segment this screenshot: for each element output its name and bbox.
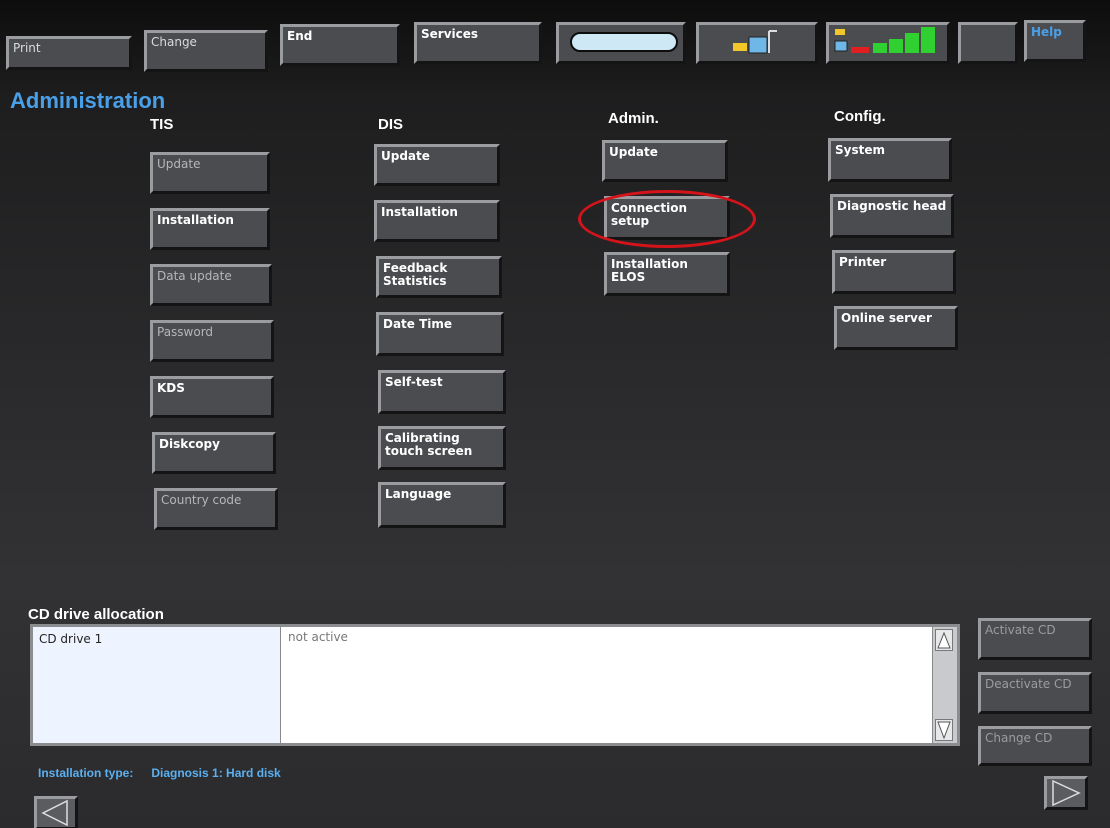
cd-allocation-title: CD drive allocation: [28, 606, 164, 623]
change-button[interactable]: Change: [144, 30, 268, 72]
country-code-button[interactable]: Country code: [154, 488, 278, 530]
online-server-button[interactable]: Online server: [834, 306, 958, 350]
printer-button[interactable]: Printer: [832, 250, 956, 294]
scrollbar[interactable]: [932, 627, 957, 743]
cd-allocation-table: CD drive 1 not active: [30, 624, 960, 746]
tis-password-button[interactable]: Password: [150, 320, 274, 362]
help-button[interactable]: Help: [1024, 20, 1086, 62]
self-test-button[interactable]: Self-test: [378, 370, 506, 414]
tis-installation-button[interactable]: Installation: [150, 208, 270, 250]
scroll-up-button[interactable]: [935, 629, 953, 651]
installation-type-status: Installation type: Diagnosis 1: Hard disk: [38, 766, 299, 780]
date-time-button[interactable]: Date Time: [376, 312, 504, 356]
language-button[interactable]: Language: [378, 482, 506, 528]
connection-icon: [733, 30, 777, 54]
installation-type-value: Diagnosis 1: Hard disk: [151, 766, 281, 780]
scroll-down-button[interactable]: [935, 719, 953, 741]
admin-update-button[interactable]: Update: [602, 140, 728, 182]
installation-elos-button[interactable]: Installation ELOS: [604, 252, 730, 296]
diskcopy-button[interactable]: Diskcopy: [152, 432, 276, 474]
signal-status-button[interactable]: [826, 22, 950, 64]
kds-button[interactable]: KDS: [150, 376, 274, 418]
deactivate-cd-button[interactable]: Deactivate CD: [978, 672, 1092, 714]
signal-strength-icon: [834, 27, 935, 53]
previous-page-button[interactable]: [34, 796, 78, 828]
arrow-right-icon: [1052, 779, 1081, 807]
config-heading: Config.: [834, 108, 886, 125]
calibrating-touch-screen-button[interactable]: Calibrating touch screen: [378, 426, 506, 470]
arrow-up-icon: [937, 631, 951, 649]
blank-toolbar-button[interactable]: [958, 22, 1018, 64]
connection-setup-button[interactable]: Connection setup: [604, 196, 730, 240]
dis-installation-button[interactable]: Installation: [374, 200, 500, 242]
cd-status-cell: not active: [288, 630, 348, 644]
change-cd-button[interactable]: Change CD: [978, 726, 1092, 766]
tis-data-update-button[interactable]: Data update: [150, 264, 272, 306]
arrow-left-icon: [41, 799, 68, 827]
connection-status-button[interactable]: [696, 22, 818, 64]
installation-type-label: Installation type:: [38, 766, 134, 780]
page-title: Administration: [10, 88, 166, 113]
screen: Print Change End Services Help Administr…: [0, 0, 1110, 828]
tis-update-button[interactable]: Update: [150, 152, 270, 194]
cd-drive-cell[interactable]: CD drive 1: [33, 627, 281, 743]
dis-heading: DIS: [378, 116, 404, 133]
cd-drive-button[interactable]: [556, 22, 686, 64]
end-button[interactable]: End: [280, 24, 400, 66]
tis-heading: TIS: [150, 116, 174, 133]
system-button[interactable]: System: [828, 138, 952, 182]
next-page-button[interactable]: [1044, 776, 1088, 810]
dis-update-button[interactable]: Update: [374, 144, 500, 186]
arrow-down-icon: [937, 721, 951, 740]
services-button[interactable]: Services: [414, 22, 542, 64]
print-button[interactable]: Print: [6, 36, 132, 70]
diagnostic-head-button[interactable]: Diagnostic head: [830, 194, 954, 238]
cd-drive-icon: [570, 32, 678, 52]
admin-heading: Admin.: [608, 110, 659, 127]
activate-cd-button[interactable]: Activate CD: [978, 618, 1092, 660]
feedback-statistics-button[interactable]: Feedback Statistics: [376, 256, 502, 298]
